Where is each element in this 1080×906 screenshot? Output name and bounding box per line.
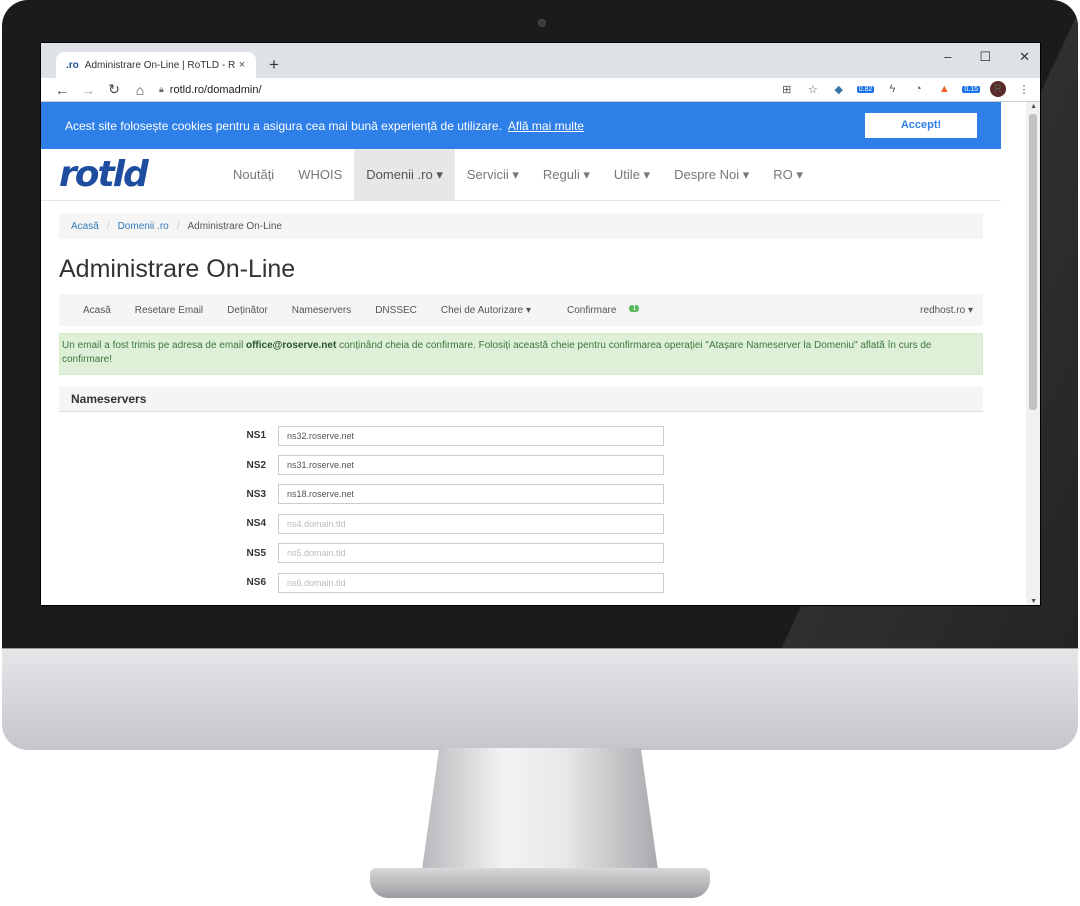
puzzle-extension-icon[interactable]: ▲ [936, 83, 952, 95]
nameservers-heading: Nameservers [59, 387, 983, 412]
logo-text: rotld [59, 154, 149, 195]
cookie-banner: Acest site folosește cookies pentru a as… [41, 102, 1001, 149]
lock-icon: 🔒︎ [159, 84, 164, 94]
cookie-text: Acest site folosește cookies pentru a as… [65, 118, 502, 133]
ns4-input[interactable] [278, 513, 664, 534]
ns-row: NS4 [59, 509, 983, 538]
menu-kebab-icon[interactable]: ⋮ [1016, 83, 1032, 96]
tab-close-icon[interactable]: × [239, 59, 245, 71]
new-tab-button[interactable]: + [269, 55, 279, 75]
bookmark-star-icon[interactable]: ☆ [805, 83, 821, 96]
nameservers-form: NS1 NS2 NS3 NS4 [59, 421, 983, 597]
ns5-label: NS5 [246, 547, 266, 559]
monitor-base [370, 868, 710, 898]
nav-item-whois[interactable]: WHOIS [286, 149, 354, 200]
nav-item-language[interactable]: RO ▾ [761, 149, 815, 200]
nav-item-noutati[interactable]: Noutăți [221, 149, 286, 200]
subnav-confirmare[interactable]: Confirmare 1 [555, 304, 640, 316]
account-dropdown[interactable]: redhost.ro ▾ [920, 305, 973, 316]
ns-row: NS6 [59, 568, 983, 597]
subnav-chei-autorizare[interactable]: Chei de Autorizare ▾ [441, 305, 531, 316]
subnav-nameservers[interactable]: Nameservers [292, 305, 351, 316]
scrollbar-thumb[interactable] [1029, 114, 1037, 410]
nav-item-reguli[interactable]: Reguli ▾ [531, 149, 602, 200]
speedometer-extension-icon[interactable]: ◔ [910, 83, 926, 95]
main-content: Acasă / Domenii .ro / Administrare On-Li… [41, 201, 1001, 597]
camera-icon [538, 19, 546, 27]
python-extension-icon[interactable]: ◆ [831, 83, 847, 96]
ns1-label: NS1 [246, 430, 266, 442]
breadcrumb-home-link[interactable]: Acasă [71, 221, 99, 232]
extension-badge-1[interactable]: 0.82 [856, 85, 875, 93]
ns-row: NS3 [59, 480, 983, 509]
close-window-button[interactable]: ✕ [1019, 49, 1030, 65]
subnav-acasa[interactable]: Acasă [83, 305, 111, 316]
ns4-label: NS4 [246, 518, 266, 530]
admin-subnav: Acasă Resetare Email Deținător Nameserve… [59, 294, 983, 326]
breadcrumb-current: Administrare On-Line [187, 220, 282, 232]
ns5-input[interactable] [278, 543, 664, 564]
tab-favicon: .ro [66, 59, 79, 71]
subnav-detinator[interactable]: Deținător [227, 305, 268, 316]
ns6-label: NS6 [246, 577, 266, 589]
ns2-input[interactable] [278, 455, 664, 476]
nav-item-despre-noi[interactable]: Despre Noi ▾ [662, 149, 761, 200]
accept-cookies-button[interactable]: Accept! [865, 113, 977, 138]
url-field[interactable]: 🔒︎ rotld.ro/domadmin/ [159, 84, 262, 96]
breadcrumb: Acasă / Domenii .ro / Administrare On-Li… [59, 213, 983, 239]
alert-text-pre: Un email a fost trimis pe adresa de emai… [62, 340, 246, 351]
extensions-area: ⊞ ☆ ◆ 0.82 ϟ ◔ ▲ 0.15 R ⋮ [779, 81, 1032, 97]
nav-item-servicii[interactable]: Servicii ▾ [455, 149, 531, 200]
rotld-logo[interactable]: rotld [41, 149, 221, 200]
breadcrumb-domenii-link[interactable]: Domenii .ro [118, 221, 169, 232]
address-bar: ← → ↻ ⌂ 🔒︎ rotld.ro/domadmin/ ⊞ ☆ ◆ 0.82… [41, 78, 1040, 102]
browser-window: .ro Administrare On-Line | RoTLD - R × +… [40, 42, 1041, 606]
scroll-down-icon[interactable]: ▼ [1030, 598, 1037, 605]
alert-email: office@roserve.net [245, 340, 337, 351]
subnav-dnssec[interactable]: DNSSEC [375, 305, 417, 316]
confirm-count-badge: 1 [629, 304, 640, 312]
ns-row: NS1 [59, 421, 983, 450]
breadcrumb-separator: / [176, 220, 180, 232]
minimize-button[interactable]: – [944, 49, 951, 65]
avatar[interactable]: R [990, 81, 1006, 97]
ns1-input[interactable] [278, 425, 664, 446]
home-icon[interactable]: ⌂ [127, 82, 153, 98]
extension-badge-2[interactable]: 0.15 [962, 85, 980, 93]
maximize-button[interactable]: ☐ [979, 49, 991, 65]
translate-icon[interactable]: ⊞ [779, 83, 795, 96]
ns2-label: NS2 [246, 459, 266, 471]
ns-row: NS5 [59, 539, 983, 568]
page-title: Administrare On-Line [59, 255, 296, 283]
subnav-resetare-email[interactable]: Resetare Email [135, 305, 203, 316]
back-arrow-icon[interactable]: ← [49, 82, 75, 98]
monitor: .ro Administrare On-Line | RoTLD - R × +… [0, 0, 1080, 906]
ns-row: NS2 [59, 450, 983, 479]
tab-title: Administrare On-Line | RoTLD - R [84, 59, 235, 71]
ns6-input[interactable] [278, 572, 664, 593]
nav-item-domenii[interactable]: Domenii .ro ▾ [354, 149, 455, 200]
cookie-learn-more-link[interactable]: Află mai multe [508, 119, 584, 133]
breadcrumb-separator: / [106, 220, 110, 232]
forward-arrow-icon[interactable]: → [75, 82, 101, 98]
monitor-stand [420, 748, 660, 884]
scroll-up-icon[interactable]: ▲ [1030, 103, 1037, 110]
site-navbar: rotld Noutăți WHOIS Domenii .ro ▾ Servic… [41, 149, 1001, 201]
page-viewport: Acest site folosește cookies pentru a as… [41, 102, 1040, 605]
subnav-confirmare-label: Confirmare [566, 304, 617, 316]
bolt-extension-icon[interactable]: ϟ [884, 83, 900, 95]
browser-tab[interactable]: .ro Administrare On-Line | RoTLD - R × [56, 52, 256, 78]
reload-icon[interactable]: ↻ [101, 81, 127, 98]
window-controls: – ☐ ✕ [944, 49, 1030, 65]
nav-item-utile[interactable]: Utile ▾ [602, 149, 662, 200]
url-text: rotld.ro/domadmin/ [169, 83, 262, 96]
monitor-chin [2, 648, 1078, 750]
confirmation-alert: Un email a fost trimis pe adresa de emai… [59, 333, 983, 375]
page-scrollbar[interactable]: ▲ ▼ [1026, 102, 1040, 605]
ns3-input[interactable] [278, 484, 664, 505]
tab-bar: .ro Administrare On-Line | RoTLD - R × +… [41, 43, 1040, 78]
ns3-label: NS3 [246, 488, 266, 500]
